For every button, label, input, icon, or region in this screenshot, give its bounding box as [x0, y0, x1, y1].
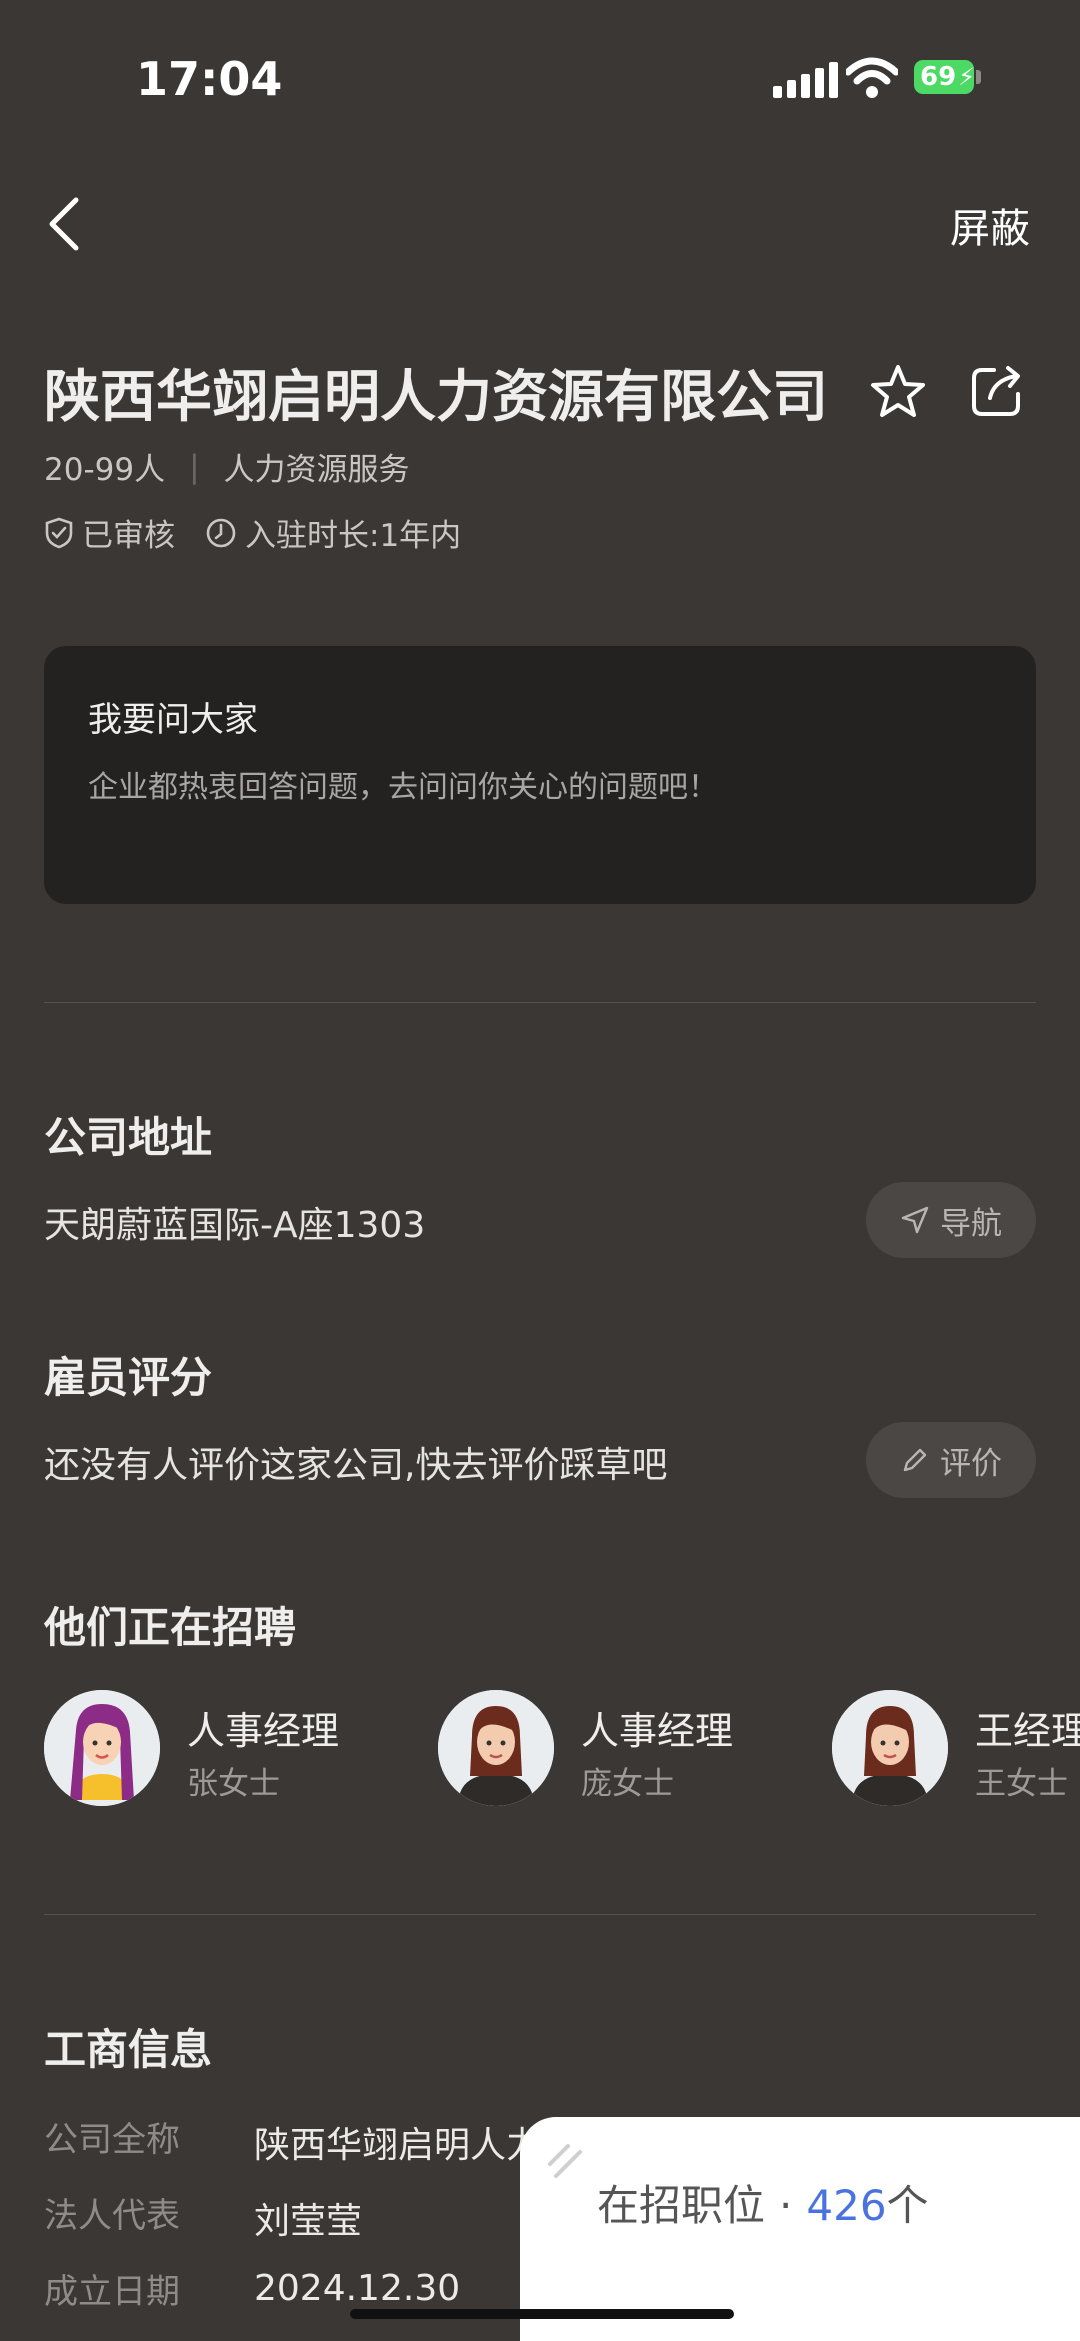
favorite-star-icon[interactable]	[868, 362, 928, 422]
company-size: 20-99人	[44, 452, 166, 488]
recruiter-name: 王女士	[975, 1766, 1068, 1802]
recruiter-title: 人事经理	[187, 1709, 340, 1753]
navigate-label: 导航	[940, 1205, 1002, 1242]
female-avatar-icon	[438, 1690, 554, 1806]
business-label: 成立日期	[44, 2272, 180, 2312]
recruiter-card[interactable]	[832, 1690, 948, 1806]
company-name: 陕西华翊启明人力资源有限公司	[44, 365, 828, 430]
home-indicator	[350, 2309, 734, 2319]
address-text: 天朗蔚蓝国际-A座1303	[44, 1205, 426, 1246]
section-divider	[44, 1002, 1036, 1003]
recruiter-title: 人事经理	[581, 1709, 734, 1753]
clock-icon	[206, 518, 236, 547]
company-industry: 人力资源服务	[223, 452, 410, 488]
section-divider	[44, 1914, 1036, 1915]
open-positions-label: 在招职位	[597, 2181, 766, 2230]
navigation-arrow-icon	[901, 1206, 929, 1234]
business-label: 公司全称	[44, 2120, 180, 2160]
female-avatar-icon	[832, 1690, 948, 1806]
business-section-title: 工商信息	[44, 2025, 213, 2074]
rating-section-title: 雇员评分	[44, 1353, 213, 1402]
recruiter-avatar	[438, 1690, 554, 1806]
cellular-signal-icon	[773, 60, 838, 98]
open-positions-unit: 个	[886, 2181, 929, 2230]
female-avatar-icon	[44, 1690, 160, 1806]
share-icon[interactable]	[968, 362, 1026, 420]
back-chevron-icon[interactable]	[46, 196, 80, 252]
open-positions-summary: 在招职位 · 426 个	[597, 2172, 929, 2233]
battery-level: 69	[920, 62, 957, 92]
navigate-button[interactable]: 导航	[866, 1182, 1036, 1258]
drag-handle-icon[interactable]	[546, 2142, 586, 2182]
recruiter-name: 庞女士	[581, 1766, 674, 1802]
rate-label: 评价	[940, 1445, 1002, 1482]
business-label: 法人代表	[44, 2196, 180, 2236]
verified-label: 已审核	[82, 518, 175, 554]
ask-card-title: 我要问大家	[88, 700, 258, 740]
recruiter-avatar	[44, 1690, 160, 1806]
charging-bolt-icon: ⚡	[958, 63, 976, 91]
business-value: 2024.12.30	[254, 2268, 461, 2309]
business-value: 刘莹莹	[254, 2201, 363, 2242]
battery-icon: 69 ⚡	[914, 60, 976, 94]
recruiter-card[interactable]	[438, 1690, 554, 1806]
hiring-section-title: 他们正在招聘	[44, 1603, 297, 1652]
tenure-label: 入驻时长:1年内	[245, 518, 462, 554]
company-badges: 已审核 入驻时长:1年内	[44, 510, 461, 555]
pencil-icon	[903, 1448, 927, 1472]
recruiter-card[interactable]	[44, 1690, 160, 1806]
rating-empty-text: 还没有人评价这家公司,快去评价踩草吧	[44, 1445, 668, 1486]
wifi-icon	[846, 57, 898, 98]
open-positions-count: 426	[806, 2181, 887, 2230]
business-value: 陕西华翊启明人力	[254, 2125, 543, 2166]
verified-shield-icon	[45, 517, 73, 548]
recruiter-title: 王经理	[975, 1709, 1080, 1753]
block-company-button[interactable]: 屏蔽	[950, 196, 1030, 254]
company-meta: 20-99人 | 人力资源服务	[44, 444, 410, 489]
ask-card-subtitle: 企业都热衷回答问题，去问问你关心的问题吧！	[88, 770, 718, 805]
recruiter-avatar	[832, 1690, 948, 1806]
rate-button[interactable]: 评价	[866, 1422, 1036, 1498]
open-positions-dot: ·	[779, 2181, 793, 2230]
battery-tip	[976, 70, 981, 84]
status-time: 17:04	[136, 52, 283, 106]
meta-separator: |	[189, 448, 200, 485]
recruiter-name: 张女士	[187, 1766, 280, 1802]
address-section-title: 公司地址	[44, 1113, 213, 1162]
